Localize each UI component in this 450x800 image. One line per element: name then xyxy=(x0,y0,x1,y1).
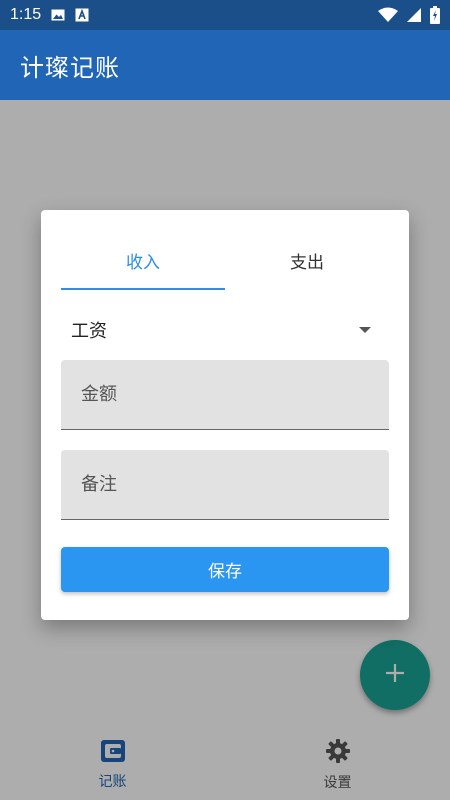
app-bar: 计璨记账 xyxy=(0,30,450,100)
image-icon xyxy=(51,8,65,22)
add-record-dialog: 收入 支出 工资 保存 xyxy=(41,210,409,620)
battery-icon xyxy=(430,6,440,24)
category-selected: 工资 xyxy=(71,321,107,342)
amount-input[interactable] xyxy=(81,384,389,405)
status-time: 1:15 xyxy=(10,6,42,23)
a-badge-icon xyxy=(75,8,89,22)
wifi-icon xyxy=(378,7,398,23)
category-dropdown[interactable]: 工资 xyxy=(61,305,389,355)
note-input[interactable] xyxy=(81,474,389,495)
signal-icon xyxy=(406,7,422,23)
tab-income[interactable]: 收入 xyxy=(61,230,225,290)
status-bar: 1:15 xyxy=(0,0,450,30)
note-field xyxy=(61,450,389,520)
dropdown-arrow-icon xyxy=(359,327,371,333)
app-title: 计璨记账 xyxy=(20,53,120,82)
type-tabs: 收入 支出 xyxy=(61,230,389,290)
amount-field xyxy=(61,360,389,430)
save-button[interactable]: 保存 xyxy=(61,547,389,592)
tab-expense[interactable]: 支出 xyxy=(225,230,389,290)
